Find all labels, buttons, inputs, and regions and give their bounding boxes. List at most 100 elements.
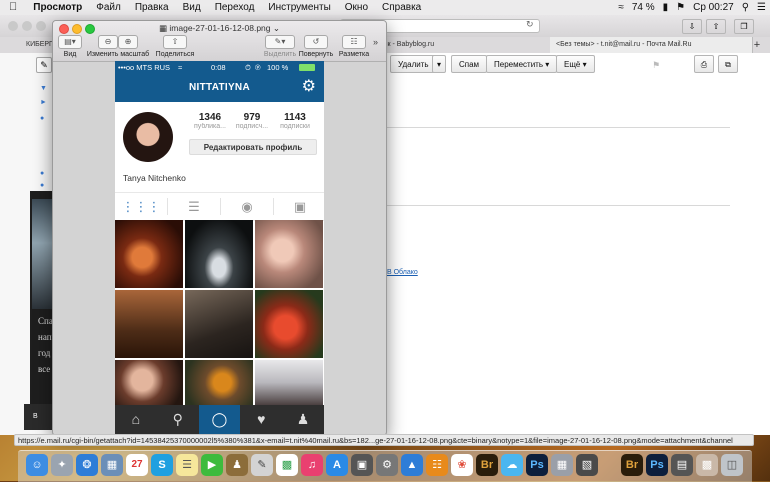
tab-mail[interactable]: <Без темы> - t.nit@mail.ru - Почта Mail.… xyxy=(550,37,753,53)
more-tools-icon[interactable]: » xyxy=(373,37,378,47)
document-icon[interactable]: ▤ xyxy=(671,454,693,476)
tabs-icon[interactable]: ❐ xyxy=(734,19,754,34)
wifi-icon[interactable]: ≈ xyxy=(614,0,628,15)
tagged-photos-icon[interactable]: ▣ xyxy=(274,193,324,220)
save-to-cloud-link[interactable]: В Облако xyxy=(387,269,418,276)
followers-count[interactable]: 979 подписч... xyxy=(231,112,273,130)
photo-tile[interactable] xyxy=(255,220,323,288)
photo-tile[interactable] xyxy=(255,290,323,358)
drafts-icon[interactable]: ● xyxy=(40,115,44,122)
window-title[interactable]: ▦ image-27-01-16-12-08.png ⌄ xyxy=(53,23,386,34)
banner-button[interactable]: В xyxy=(24,404,55,430)
camera-icon[interactable]: ◯ xyxy=(198,405,241,434)
ibooks-icon[interactable]: ☷ xyxy=(426,454,448,476)
photo-tile[interactable] xyxy=(115,290,183,358)
minimize-icon[interactable] xyxy=(22,21,32,31)
location-pin-icon[interactable]: ◉ xyxy=(221,193,273,220)
menu-app-name[interactable]: Просмотр xyxy=(26,0,89,15)
messages-icon[interactable]: ☁ xyxy=(501,454,523,476)
photos-viewer-icon[interactable]: ▦ xyxy=(101,454,123,476)
profile-icon[interactable]: ♟ xyxy=(282,405,324,434)
zoom-tool[interactable]: ⊖ ⊕ Изменить масштаб xyxy=(83,35,153,58)
photo-tile[interactable] xyxy=(255,360,323,405)
heart-icon[interactable]: ♥ xyxy=(240,405,282,434)
menu-help[interactable]: Справка xyxy=(375,0,428,15)
folder-icon[interactable]: ▩ xyxy=(696,454,718,476)
photos-icon[interactable]: ❀ xyxy=(451,454,473,476)
bookmark-icon[interactable]: ⚑ xyxy=(652,60,660,71)
finder-icon[interactable]: ☺ xyxy=(26,454,48,476)
menu-tools[interactable]: Инструменты xyxy=(261,0,337,15)
edit-profile-button[interactable]: Редактировать профиль xyxy=(189,139,317,155)
system-preferences-icon[interactable]: ⚙ xyxy=(376,454,398,476)
preview-icon[interactable]: ▣ xyxy=(351,454,373,476)
posts-count[interactable]: 1346 публика... xyxy=(189,112,231,130)
numbers-icon[interactable]: ▩ xyxy=(276,454,298,476)
reload-icon[interactable]: ↻ xyxy=(526,19,534,30)
flag-icon[interactable]: ⚑ xyxy=(672,0,689,15)
share-icon[interactable]: ⇧ xyxy=(706,19,726,34)
zoom-in-icon[interactable]: ⊕ xyxy=(118,35,138,49)
menu-go[interactable]: Переход xyxy=(208,0,262,15)
search-icon[interactable]: ⚲ xyxy=(738,0,753,15)
trash-icon[interactable]: ◫ xyxy=(721,454,743,476)
print-icon[interactable]: ⎙ xyxy=(694,55,714,73)
menu-edit[interactable]: Правка xyxy=(128,0,176,15)
notes-icon[interactable]: ☰ xyxy=(176,454,198,476)
move-button[interactable]: Переместить ▾ xyxy=(486,55,558,73)
inbox-icon[interactable]: ▼ xyxy=(40,85,47,92)
menu-view[interactable]: Вид xyxy=(176,0,208,15)
menu-window[interactable]: Окно xyxy=(338,0,375,15)
photo-tile[interactable] xyxy=(185,220,253,288)
battery-icon[interactable]: ▮ xyxy=(659,0,673,15)
contacts-icon[interactable]: ♟ xyxy=(226,454,248,476)
delete-dropdown-icon[interactable]: ▾ xyxy=(432,55,446,73)
expand-icon[interactable]: ⧉ xyxy=(718,55,738,73)
share-tool[interactable]: ⇧ Поделиться xyxy=(150,35,200,58)
zoom-icon[interactable] xyxy=(36,21,46,31)
image-capture-icon[interactable]: ▦ xyxy=(551,454,573,476)
tab-babyblog[interactable]: вник - Babyblog.ru xyxy=(370,37,553,53)
download-icon[interactable]: ⇩ xyxy=(682,19,702,34)
bridge-icon[interactable]: Br xyxy=(476,454,498,476)
zoom-out-icon[interactable]: ⊖ xyxy=(98,35,118,49)
calendar-icon[interactable]: 27 xyxy=(126,454,148,476)
avatar[interactable] xyxy=(123,112,173,162)
facetime-icon[interactable]: ▶ xyxy=(201,454,223,476)
clock[interactable]: Ср 00:27 xyxy=(689,0,738,15)
following-count[interactable]: 1143 подписки xyxy=(274,112,316,130)
spam-button[interactable]: Спам xyxy=(451,55,488,73)
photoshop-icon[interactable]: Ps xyxy=(526,454,548,476)
textedit-icon[interactable]: ✎ xyxy=(251,454,273,476)
photoshop-icon[interactable]: Ps xyxy=(646,454,668,476)
folder-icon[interactable]: ● xyxy=(40,170,44,177)
sent-icon[interactable]: ► xyxy=(40,99,47,106)
apple-icon[interactable]:  xyxy=(0,0,26,15)
safari-icon[interactable]: ❂ xyxy=(76,454,98,476)
photo-tile[interactable] xyxy=(115,360,183,405)
markup-tool[interactable]: ☷ Разметка xyxy=(329,35,379,58)
itunes-icon[interactable]: ♫ xyxy=(301,454,323,476)
compose-icon[interactable]: ✎ xyxy=(36,57,52,73)
list-view-icon[interactable]: ☰ xyxy=(168,193,220,220)
battery-percent[interactable]: 74 % xyxy=(628,0,659,15)
app-store-icon[interactable]: A xyxy=(326,454,348,476)
new-tab-icon[interactable]: + xyxy=(747,37,767,53)
delete-button[interactable]: Удалить xyxy=(390,55,437,73)
photo-tile[interactable] xyxy=(185,290,253,358)
keynote-icon[interactable]: ▲ xyxy=(401,454,423,476)
photo-tile[interactable] xyxy=(185,360,253,405)
more-button[interactable]: Ещё ▾ xyxy=(556,55,595,73)
home-icon[interactable]: ⌂ xyxy=(115,405,157,434)
skype-icon[interactable]: S xyxy=(151,454,173,476)
search-icon[interactable]: ⚲ xyxy=(157,405,199,434)
close-icon[interactable] xyxy=(8,21,18,31)
bridge-icon[interactable]: Br xyxy=(621,454,643,476)
menu-file[interactable]: Файл xyxy=(89,0,128,15)
trash-icon[interactable]: ● xyxy=(40,182,44,189)
gear-icon[interactable]: ⚙ xyxy=(302,78,316,96)
grid-view-icon[interactable]: ⋮⋮⋮ xyxy=(115,193,167,220)
file-icon[interactable]: ▧ xyxy=(576,454,598,476)
photo-tile[interactable] xyxy=(115,220,183,288)
launchpad-icon[interactable]: ✦ xyxy=(51,454,73,476)
